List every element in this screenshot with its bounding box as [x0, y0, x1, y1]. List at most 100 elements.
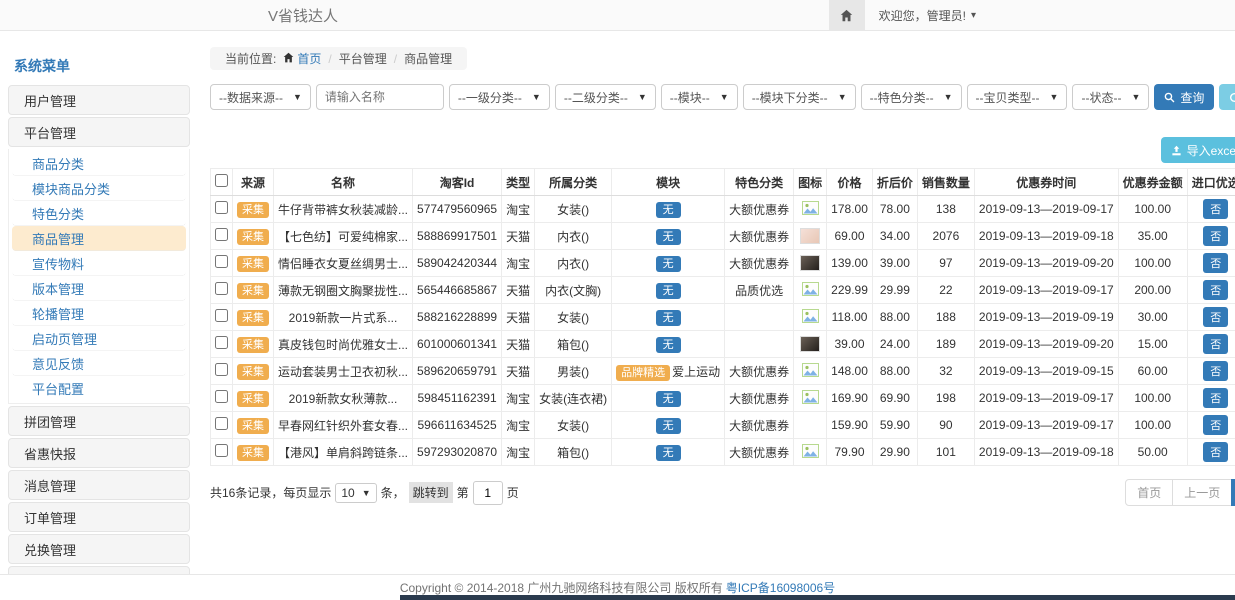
discount-price: 29.90 [872, 439, 917, 466]
filter-select[interactable]: --状态--▼ [1072, 84, 1149, 110]
filter-select[interactable]: --数据来源--▼ [210, 84, 311, 110]
row-checkbox[interactable] [215, 417, 228, 430]
search-button[interactable]: 查询 [1154, 84, 1214, 110]
icp-link[interactable]: 粤ICP备16098006号 [726, 579, 835, 596]
sidebar-item-启动页管理[interactable]: 启动页管理 [12, 326, 186, 351]
product-category: 箱包() [535, 331, 612, 358]
breadcrumb-separator: / [328, 52, 331, 66]
sidebar-item-商品管理[interactable]: 商品管理 [12, 226, 186, 251]
name-input[interactable] [325, 90, 435, 104]
import-toggle-button[interactable]: 否 [1203, 226, 1228, 246]
name-search-field[interactable] [316, 84, 444, 110]
sidebar-section-省惠快报[interactable]: 省惠快报 [8, 438, 190, 468]
sales-count: 32 [917, 358, 974, 385]
pager-button-1[interactable]: 1 [1231, 479, 1235, 506]
module-badge: 无 [656, 256, 681, 272]
import-toggle-button[interactable]: 否 [1203, 415, 1228, 435]
taoke-id: 589042420344 [413, 250, 502, 277]
user-menu[interactable]: 欢迎您，管理员! ▾ [865, 0, 990, 30]
row-checkbox[interactable] [215, 201, 228, 214]
row-checkbox[interactable] [215, 282, 228, 295]
sidebar-item-轮播管理[interactable]: 轮播管理 [12, 301, 186, 326]
pager: 首页上一页12下一页末页 [1125, 479, 1235, 506]
product-name: 【港风】单肩斜跨链条... [274, 439, 413, 466]
coupon-amount: 100.00 [1118, 250, 1187, 277]
filter-select[interactable]: --模块下分类--▼ [743, 84, 856, 110]
price: 69.00 [827, 223, 873, 250]
coupon-amount: 200.00 [1118, 277, 1187, 304]
import-toggle-button[interactable]: 否 [1203, 361, 1228, 381]
refresh-icon [1229, 92, 1235, 103]
coupon-amount: 30.00 [1118, 304, 1187, 331]
sidebar-section-订单管理[interactable]: 订单管理 [8, 502, 190, 532]
import-toggle-button[interactable]: 否 [1203, 253, 1228, 273]
row-checkbox[interactable] [215, 228, 228, 241]
icon-cell [794, 412, 827, 439]
sidebar-item-平台配置[interactable]: 平台配置 [12, 376, 186, 401]
caret-down-icon: ▼ [638, 92, 647, 102]
price: 159.90 [827, 412, 873, 439]
table-row: 采集运动套装男士卫衣初秋...589620659791天猫男装()品牌精选爱上运… [211, 358, 1235, 385]
product-type: 天猫 [502, 331, 535, 358]
per-page-select[interactable]: 10 ▼ [335, 483, 376, 503]
row-checkbox[interactable] [215, 363, 228, 376]
reset-button[interactable]: 重置 [1219, 84, 1235, 110]
sidebar-item-意见反馈[interactable]: 意见反馈 [12, 351, 186, 376]
sidebar-section-平台管理[interactable]: 平台管理 [8, 117, 190, 147]
sidebar-item-特色分类[interactable]: 特色分类 [12, 201, 186, 226]
filter-select[interactable]: --二级分类--▼ [555, 84, 656, 110]
sidebar-item-版本管理[interactable]: 版本管理 [12, 276, 186, 301]
select-all-checkbox[interactable] [215, 174, 228, 187]
source-badge: 采集 [237, 337, 269, 353]
sidebar-item-宣传物料[interactable]: 宣传物料 [12, 251, 186, 276]
module-badge: 无 [656, 418, 681, 434]
row-checkbox[interactable] [215, 444, 228, 457]
jump-button[interactable]: 跳转到 [409, 482, 453, 503]
price: 118.00 [827, 304, 873, 331]
import-toggle-button[interactable]: 否 [1203, 199, 1228, 219]
sidebar-item-模块商品分类[interactable]: 模块商品分类 [12, 176, 186, 201]
sidebar-section-用户管理[interactable]: 用户管理 [8, 85, 190, 115]
discount-price: 39.00 [872, 250, 917, 277]
column-header-淘客Id: 淘客Id [413, 169, 502, 196]
breadcrumb-home-link[interactable]: 首页 [283, 50, 321, 67]
sidebar-section-拼团管理[interactable]: 拼团管理 [8, 406, 190, 436]
row-checkbox[interactable] [215, 336, 228, 349]
page-number-input[interactable] [473, 481, 503, 505]
pager-button-首页[interactable]: 首页 [1125, 479, 1173, 506]
caret-down-icon: ▼ [944, 92, 953, 102]
import-excel-button[interactable]: 导入excel [1161, 137, 1235, 163]
welcome-text: 欢迎您，管理员! [879, 7, 966, 24]
sidebar-item-商品分类[interactable]: 商品分类 [12, 151, 186, 176]
filter-select[interactable]: --特色分类--▼ [861, 84, 962, 110]
column-header-优惠券时间: 优惠券时间 [974, 169, 1118, 196]
filter-select[interactable]: --一级分类--▼ [449, 84, 550, 110]
home-button[interactable] [829, 0, 865, 30]
row-checkbox[interactable] [215, 255, 228, 268]
sales-count: 97 [917, 250, 974, 277]
filter-select[interactable]: --宝贝类型--▼ [967, 84, 1068, 110]
import-toggle-button[interactable]: 否 [1203, 442, 1228, 462]
pager-button-上一页[interactable]: 上一页 [1172, 479, 1232, 506]
import-toggle-button[interactable]: 否 [1203, 388, 1228, 408]
sidebar-section-消息管理[interactable]: 消息管理 [8, 470, 190, 500]
row-checkbox[interactable] [215, 390, 228, 403]
source-badge: 采集 [237, 364, 269, 380]
breadcrumb-item: 商品管理 [404, 50, 452, 67]
price: 39.00 [827, 331, 873, 358]
filter-select[interactable]: --模块--▼ [661, 84, 738, 110]
import-toggle-button[interactable]: 否 [1203, 307, 1228, 327]
row-checkbox[interactable] [215, 309, 228, 322]
copyright-text: Copyright © 2014-2018 广州九驰网络科技有限公司 版权所有 [400, 579, 723, 596]
sidebar-section-兑换管理[interactable]: 兑换管理 [8, 534, 190, 564]
module-cell: 无 [612, 412, 725, 439]
coupon-amount: 60.00 [1118, 358, 1187, 385]
import-toggle-button[interactable]: 否 [1203, 280, 1228, 300]
products-table: 来源名称淘客Id类型所属分类模块特色分类图标价格折后价销售数量优惠券时间优惠券金… [210, 168, 1235, 466]
module-badge: 无 [656, 445, 681, 461]
table-row: 采集【七色纺】可爱纯棉家...588869917501天猫内衣()无大额优惠券6… [211, 223, 1235, 250]
product-category: 女装() [535, 304, 612, 331]
source-badge: 采集 [237, 445, 269, 461]
module-cell: 无 [612, 331, 725, 358]
import-toggle-button[interactable]: 否 [1203, 334, 1228, 354]
